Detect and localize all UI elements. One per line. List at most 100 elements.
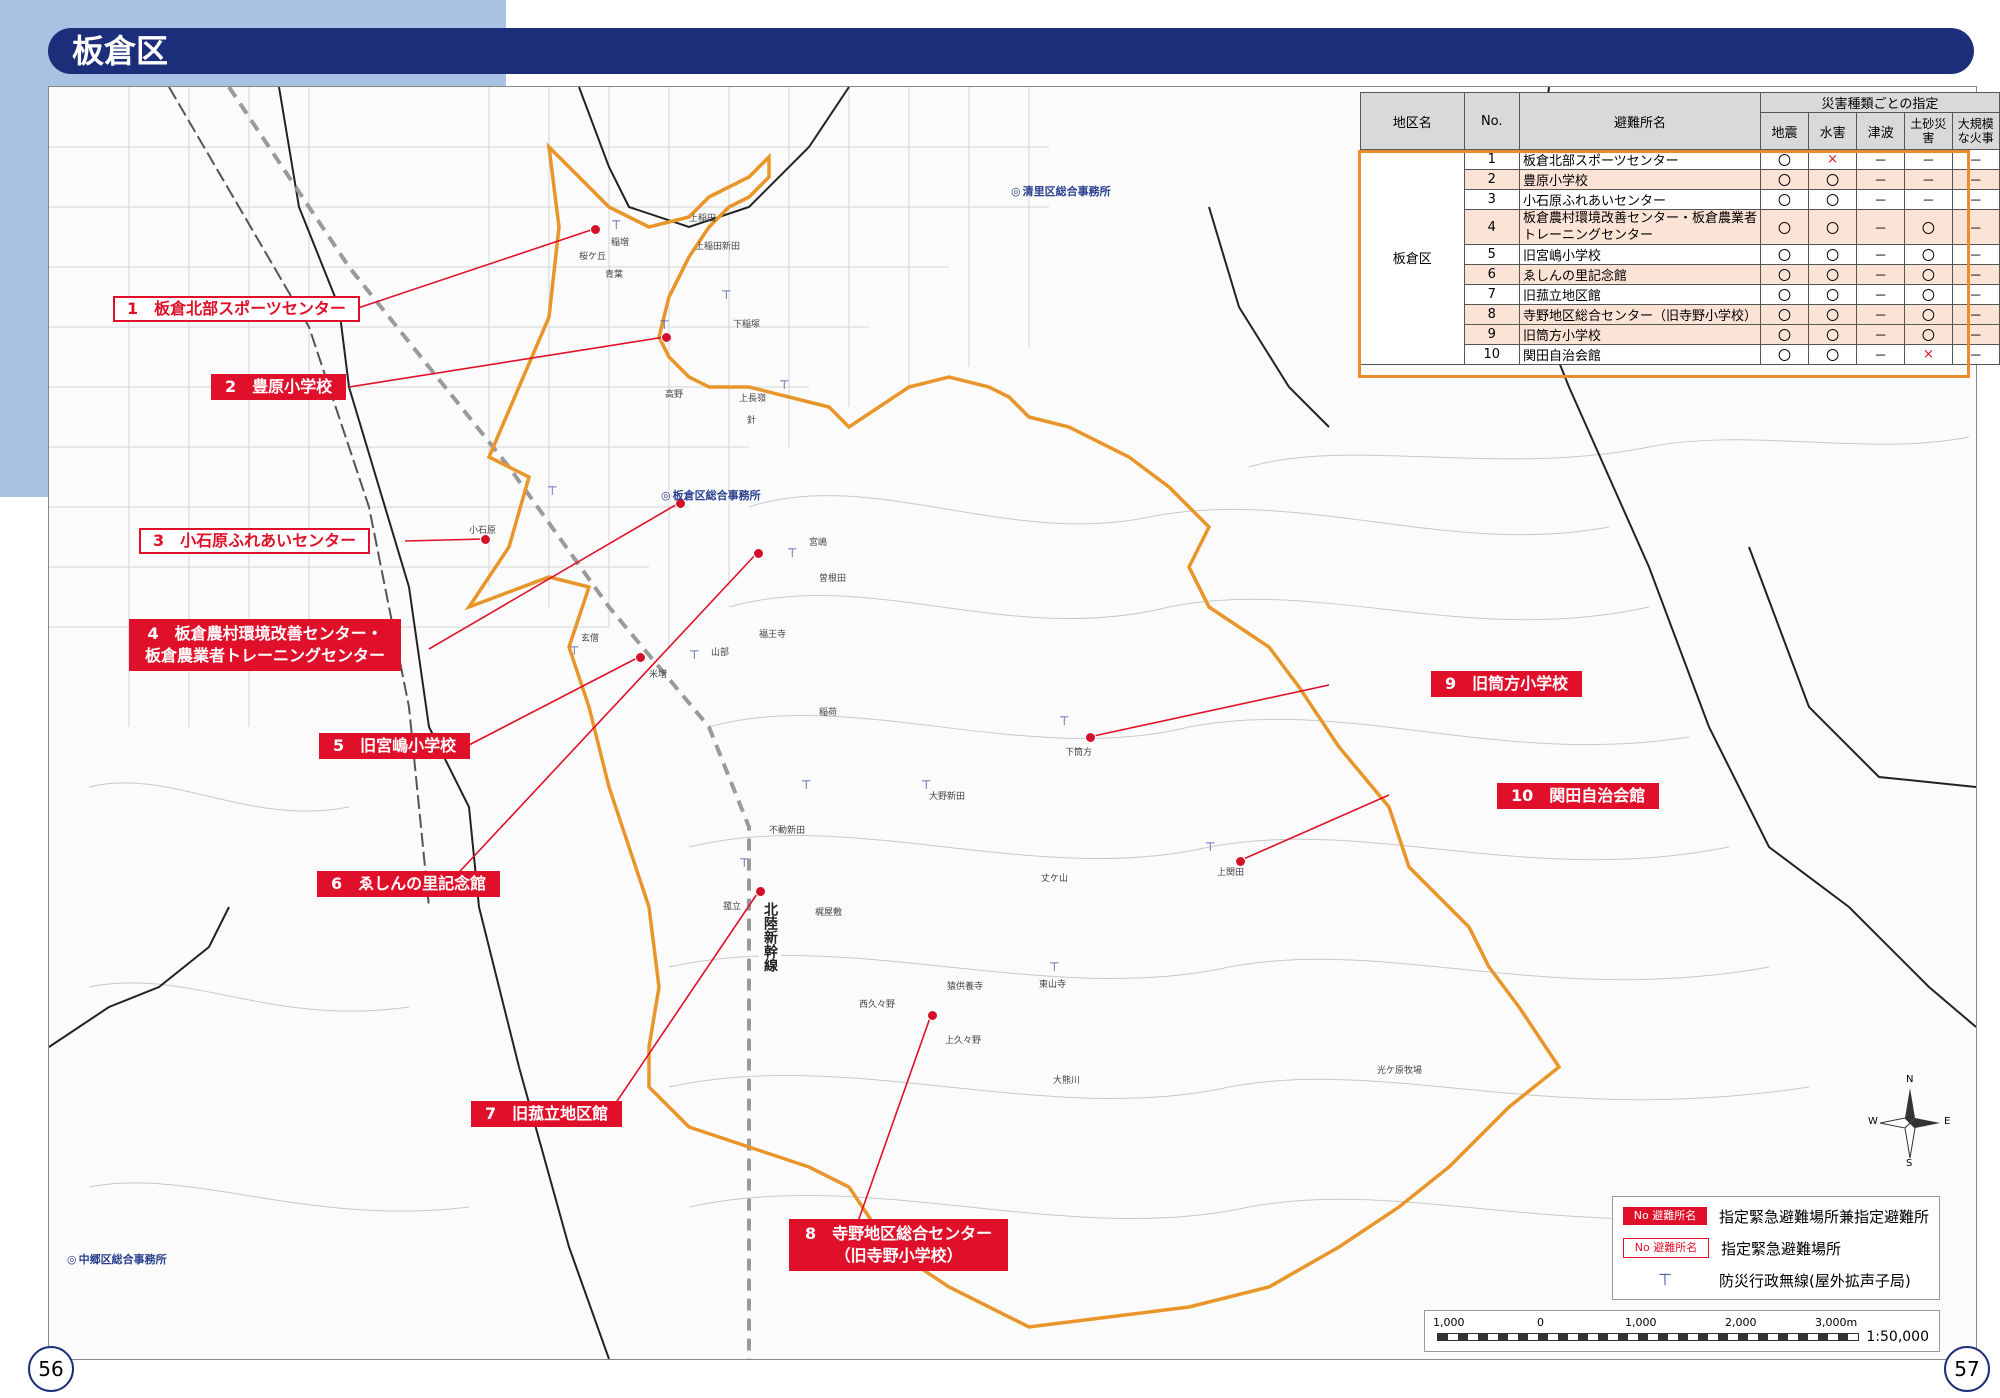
row-mark: 〇 (1759, 344, 1810, 365)
row-no: 9 (1463, 324, 1520, 345)
place-name: 丈ケ山 (1041, 874, 1069, 884)
place-name: 上久々野 (945, 1036, 982, 1046)
row-mark: 〇 (1759, 189, 1810, 210)
header-disaster-group: 災害種類ごとの指定 (1759, 92, 2000, 113)
shelter-label-6[interactable]: 6 ゑしんの里記念館 (317, 871, 501, 897)
row-mark: 〇 (1808, 264, 1858, 285)
table-row: 板倉区 1 板倉北部スポーツセンター〇 × －－－ (1360, 149, 2000, 365)
shelter-label-8[interactable]: 8 寺野地区総合センター （旧寺野小学校） (789, 1219, 1009, 1271)
row-mark: － (1951, 169, 2000, 190)
header-type: 土砂災害 (1904, 112, 1953, 150)
row-mark: × (1904, 344, 1953, 365)
row-mark: － (1951, 284, 2000, 305)
shelter-pin-9[interactable] (1085, 732, 1096, 743)
row-shelter-name: ゑしんの里記念館 (1518, 264, 1761, 285)
scale-ratio: 1:50,000 (1866, 1329, 1929, 1345)
row-mark: － (1856, 304, 1906, 325)
row-mark: 〇 (1808, 284, 1858, 305)
compass-w: W (1868, 1116, 1878, 1127)
railways (168, 87, 751, 1359)
siren-icon: ⊤ (611, 218, 622, 232)
shelter-label-10[interactable]: 10 関田自治会館 (1497, 783, 1660, 809)
compass-s: S (1906, 1158, 1913, 1169)
siren-icon: ⊤ (569, 644, 580, 658)
row-shelter-name: 板倉農村環境改善センター・板倉農業者トレーニングセンター (1518, 209, 1761, 245)
legend-swatch-filled: No 避難所名 (1623, 1207, 1707, 1225)
shelter-label-7[interactable]: 7 旧菰立地区館 (471, 1101, 623, 1127)
place-name: 稲増 (611, 238, 630, 248)
legend-row-filled: No 避難所名 指定緊急避難場所兼指定避難所 (1623, 1205, 1929, 1227)
header-type: 大規模な火事 (1951, 112, 2000, 150)
place-name: 光ケ原牧場 (1377, 1066, 1423, 1076)
row-no: 8 (1463, 304, 1520, 325)
row-mark: － (1951, 149, 2000, 170)
row-mark: 〇 (1904, 324, 1953, 345)
scale-tick: 3,000m (1815, 1316, 1858, 1329)
shelter-label-4[interactable]: 4 板倉農村環境改善センター・ 板倉農業者トレーニングセンター (129, 619, 402, 671)
shelter-pin-6[interactable] (753, 548, 764, 559)
shelter-label-4-line2: 板倉農業者トレーニングセンター (145, 646, 386, 665)
siren-icon: ⊤ (547, 484, 558, 498)
place-name: 猿供養寺 (947, 982, 984, 992)
shelter-label-3[interactable]: 3 小石原ふれあいセンター (139, 528, 371, 554)
header-type: 津波 (1856, 112, 1906, 150)
row-mark: 〇 (1904, 284, 1953, 305)
title-bar (48, 28, 1974, 74)
place-name: 上長嶺 (739, 394, 767, 404)
row-mark: － (1904, 149, 1953, 170)
row-mark: 〇 (1904, 244, 1953, 265)
row-mark: － (1856, 209, 1906, 245)
row-mark: 〇 (1759, 169, 1810, 190)
place-name: 東山寺 (1039, 980, 1067, 990)
row-mark: 〇 (1808, 304, 1858, 325)
compass-icon: N S W E (1868, 1074, 1951, 1169)
place-name: 稲荷 (819, 708, 838, 718)
row-mark: － (1856, 324, 1906, 345)
row-shelter-name: 旧宮嶋小学校 (1518, 244, 1761, 265)
page-number-left: 56 (28, 1346, 74, 1392)
place-name: 上関田 (1217, 868, 1245, 878)
place-name: 高野 (665, 390, 684, 400)
scale-tick: 0 (1537, 1316, 1544, 1329)
scale-bar: 1,000 0 1,000 2,000 3,000m 1:50,000 (1424, 1310, 1940, 1352)
row-mark: － (1856, 244, 1906, 265)
shelter-pin-2[interactable] (661, 332, 672, 343)
header-district: 地区名 (1360, 92, 1465, 150)
row-no: 6 (1463, 264, 1520, 285)
siren-icon: ⊤ (721, 288, 732, 302)
place-name: 上稲田 (689, 214, 717, 224)
row-shelter-name: 旧菰立地区館 (1518, 284, 1761, 305)
shelter-pin-7[interactable] (755, 886, 766, 897)
siren-icon: ⊤ (689, 648, 700, 662)
row-mark: － (1951, 324, 2000, 345)
row-no: 7 (1463, 284, 1520, 305)
shelter-label-5[interactable]: 5 旧宮嶋小学校 (319, 733, 471, 759)
row-mark: － (1856, 149, 1906, 170)
header-name: 避難所名 (1518, 92, 1761, 150)
siren-icon: ⊤ (1049, 960, 1060, 974)
row-mark: 〇 (1808, 169, 1858, 190)
header-type: 地震 (1759, 112, 1810, 150)
shelter-label-1[interactable]: 1 板倉北部スポーツセンター (113, 296, 360, 322)
shelter-pin-5[interactable] (635, 652, 646, 663)
place-name: 梶屋敷 (815, 908, 843, 918)
place-name: 下稲塚 (733, 320, 761, 330)
row-mark: － (1951, 304, 2000, 325)
row-shelter-name: 豊原小学校 (1518, 169, 1761, 190)
legend-row-outline: No 避難所名 指定緊急避難場所 (1623, 1237, 1841, 1259)
scale-tick: 1,000 (1625, 1316, 1657, 1329)
row-mark: 〇 (1904, 264, 1953, 285)
siren-icon: ⊤ (779, 378, 790, 392)
shelter-pin-1[interactable] (590, 224, 601, 235)
row-mark: 〇 (1759, 284, 1810, 305)
row-mark: 〇 (1759, 209, 1810, 245)
shelter-label-2[interactable]: 2 豊原小学校 (211, 374, 347, 400)
compass-e: E (1944, 1116, 1951, 1127)
shelter-label-4-line1: 4 板倉農村環境改善センター・ (147, 624, 383, 643)
shelter-pin-8[interactable] (927, 1010, 938, 1021)
office-itakura: 板倉区総合事務所 (661, 487, 761, 503)
legend-text: 防災行政無線(屋外拡声子局) (1719, 1271, 1911, 1290)
legend-row-siren: ⊤ 防災行政無線(屋外拡声子局) (1623, 1269, 1911, 1291)
railway-label: 北陸新幹線 (759, 902, 781, 972)
shelter-label-9[interactable]: 9 旧筒方小学校 (1431, 671, 1583, 697)
